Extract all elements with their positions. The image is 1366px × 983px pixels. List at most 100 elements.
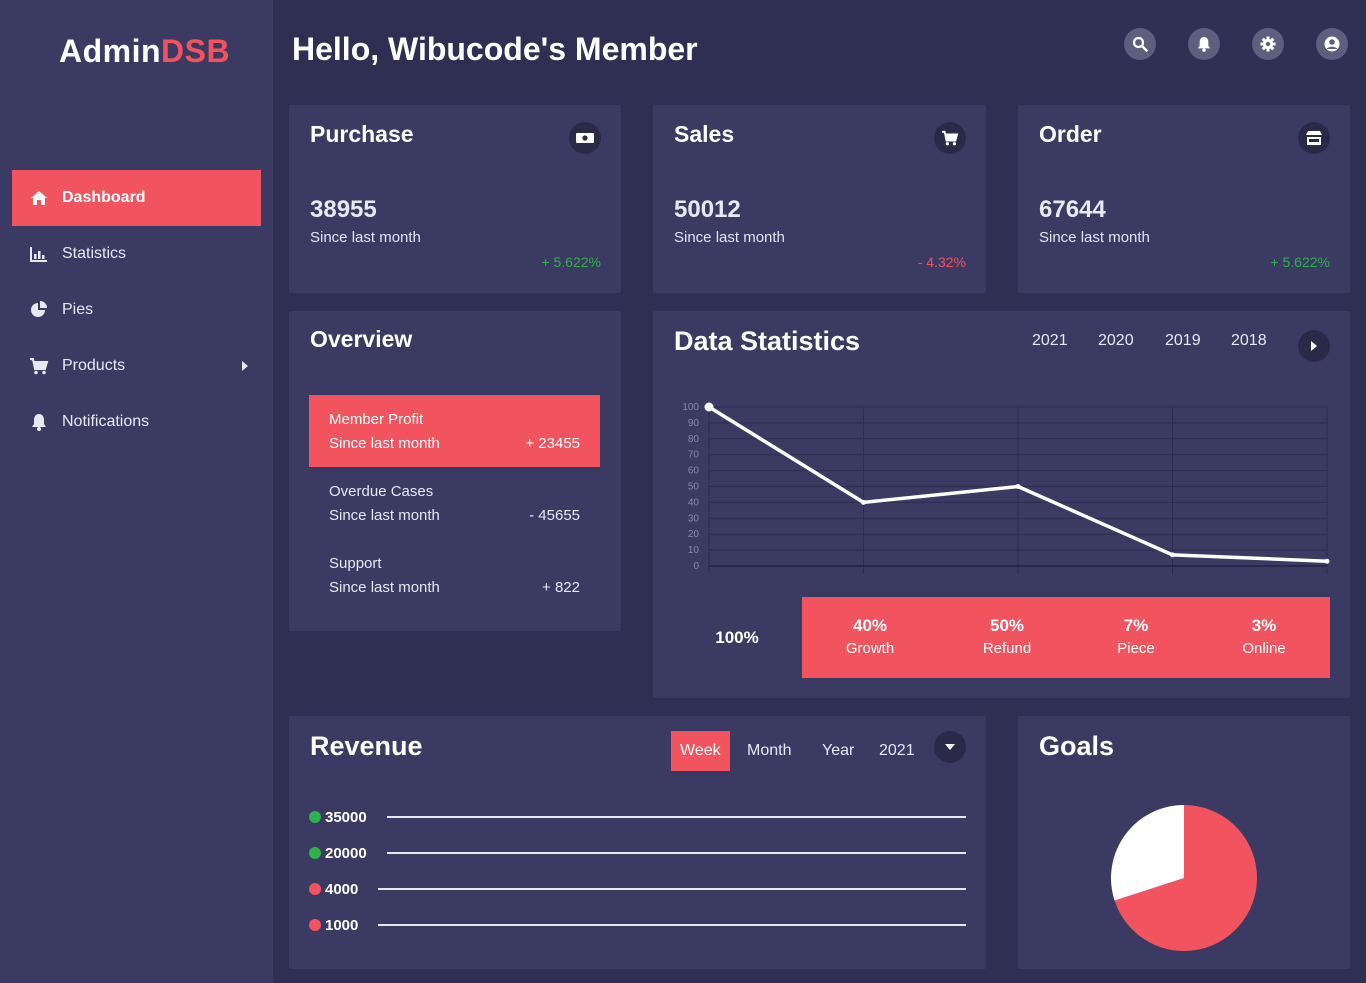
y-tick-label: 10 [688,545,700,556]
breakdown-item-refund: 50% Refund [947,616,1067,657]
y-tick-label: 90 [688,418,700,429]
y-tick-label: 0 [693,561,699,572]
caret-right-icon [241,359,249,377]
brand-logo[interactable]: AdminDSB [59,33,230,70]
overview-item-label: Member Profit [329,411,424,428]
revenue-tab-year[interactable]: Year [813,731,863,771]
year-tab-2018[interactable]: 2018 [1231,332,1267,350]
breakdown-item-online: 3% Online [1204,616,1324,657]
year-tab-2020[interactable]: 2020 [1098,332,1134,350]
y-tick-label: 80 [688,434,700,445]
revenue-dropdown-button[interactable] [934,731,966,763]
settings-button[interactable] [1252,28,1284,60]
sidebar-item-statistics[interactable]: Statistics [12,226,261,282]
overview-item-overdue-cases[interactable]: Overdue Cases Since last month - 45655 [309,467,600,539]
breakdown-label: Online [1242,640,1286,657]
data-statistics-title: Data Statistics [674,326,861,356]
summary-total: 100% [689,628,785,648]
revenue-line [387,852,966,854]
data-point [1324,558,1330,564]
overview-item-support[interactable]: Support Since last month + 822 [309,539,600,611]
overview-item-member-profit[interactable]: Member Profit Since last month + 23455 [309,395,600,467]
sidebar: AdminDSB Dashboard Statistics Pies Produ… [0,0,273,983]
overview-item-subtitle: Since last month [329,435,440,452]
y-tick-label: 60 [688,466,700,477]
brand-name-accent: DSB [161,33,231,69]
next-year-button[interactable] [1298,330,1330,362]
data-point [861,499,866,505]
overview-item-value: + 23455 [525,435,580,452]
revenue-tab-month[interactable]: Month [738,731,800,771]
home-icon [28,189,50,207]
bar-chart-icon [28,245,50,263]
breakdown-item-growth: 40% Growth [810,616,930,657]
overview-item-subtitle: Since last month [329,507,440,524]
year-tab-2021[interactable]: 2021 [1032,332,1068,350]
sidebar-item-label: Statistics [62,245,127,262]
y-tick-label: 30 [688,513,700,524]
stat-card-order: Order 67644 Since last month + 5.622% [1018,105,1350,293]
status-dot [309,919,321,931]
sidebar-item-notifications[interactable]: Notifications [12,394,261,450]
overview-item-label: Support [329,555,382,572]
pie-chart-icon [28,301,50,319]
summary-total-value: 100% [715,628,759,647]
status-dot [309,811,321,823]
cart-icon [28,357,50,375]
data-point [704,402,714,412]
revenue-tab-2021[interactable]: 2021 [870,731,924,771]
overview-item-value: + 822 [542,579,580,596]
year-tab-2019[interactable]: 2019 [1165,332,1201,350]
card-title: Purchase [310,121,414,147]
money-icon [569,122,601,154]
revenue-value: 4000 [325,880,359,898]
breakdown-label: Refund [982,640,1032,657]
breakdown-value: 40% [852,616,888,635]
sidebar-item-label: Notifications [62,413,150,430]
overview-title: Overview [310,326,413,352]
store-icon [1298,122,1330,154]
sidebar-item-label: Products [62,357,126,374]
revenue-tab-week[interactable]: Week [671,731,730,771]
overview-item-value: - 45655 [529,507,580,524]
breakdown-value: 7% [1123,616,1149,635]
stat-card-purchase: Purchase 38955 Since last month + 5.622% [289,105,621,293]
search-icon [1132,36,1148,52]
card-value: 38955 [310,196,377,223]
revenue-value: 20000 [325,844,367,862]
bell-icon [28,413,50,431]
revenue-line [387,816,966,818]
status-dot [309,883,321,895]
card-change: - 4.32% [917,254,966,270]
caret-down-icon [945,744,955,750]
bell-icon [1197,37,1211,52]
breakdown-value: 3% [1251,616,1277,635]
revenue-title: Revenue [310,731,423,761]
y-tick-label: 20 [688,529,700,540]
stat-card-sales: Sales 50012 Since last month - 4.32% [653,105,986,293]
card-subtitle: Since last month [674,229,785,246]
sidebar-item-dashboard[interactable]: Dashboard [12,170,261,226]
page-title: Hello, Wibucode's Member [292,31,698,67]
sidebar-item-pies[interactable]: Pies [12,282,261,338]
breakdown-label: Growth [845,640,895,657]
data-point [1170,552,1175,558]
caret-right-icon [1311,341,1317,351]
sidebar-item-label: Dashboard [62,189,146,206]
sidebar-item-label: Pies [62,301,94,318]
revenue-value: 1000 [325,916,359,934]
goals-title: Goals [1039,731,1115,761]
data-point [1015,484,1021,489]
search-button[interactable] [1124,28,1156,60]
gear-icon [1260,36,1276,52]
y-tick-label: 100 [682,402,699,413]
revenue-row: 4000 [309,879,358,899]
goals-pie-chart [1111,805,1257,951]
overview-item-label: Overdue Cases [329,483,434,500]
notifications-button[interactable] [1188,28,1220,60]
profile-button[interactable] [1316,28,1348,60]
y-tick-label: 40 [688,497,700,508]
sidebar-item-products[interactable]: Products [12,338,261,394]
revenue-line [378,924,966,926]
card-title: Order [1039,121,1102,147]
